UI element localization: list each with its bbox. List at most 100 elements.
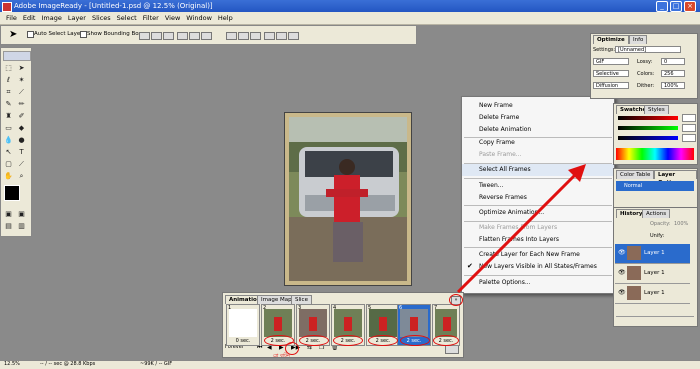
- lasso-tool-icon[interactable]: ℓ: [4, 76, 13, 85]
- annotation-oval: [333, 335, 363, 346]
- window-title: Adobe ImageReady - [Untitled-1.psd @ 12.…: [14, 2, 213, 10]
- menu-select[interactable]: Select: [117, 12, 137, 24]
- tab-image-map[interactable]: Image Map: [257, 295, 296, 304]
- magic-wand-icon[interactable]: ✶: [17, 76, 26, 85]
- distribute-top-icon[interactable]: [226, 32, 237, 40]
- menu-filter[interactable]: Filter: [143, 12, 159, 24]
- menu-item-new-frame[interactable]: New Frame: [462, 100, 614, 112]
- stamp-tool-icon[interactable]: ♜: [4, 112, 13, 121]
- menu-view[interactable]: View: [165, 12, 180, 24]
- distribute-middle-icon[interactable]: [238, 32, 249, 40]
- blue-value-field[interactable]: [682, 134, 696, 142]
- layers-footer-buttons[interactable]: [616, 316, 694, 325]
- menu-file[interactable]: File: [6, 12, 17, 24]
- tab-slice[interactable]: Slice: [291, 295, 312, 304]
- tab-layer-options[interactable]: Layer Options: [654, 170, 697, 186]
- distribute-right-icon[interactable]: [288, 32, 299, 40]
- menu-layer[interactable]: Layer: [68, 12, 86, 24]
- marquee-tool-icon[interactable]: ⬚: [4, 64, 13, 73]
- tab-styles[interactable]: Styles: [644, 105, 669, 114]
- eye-icon[interactable]: 👁: [618, 249, 626, 256]
- file-info[interactable]: ~99K / -- GIF: [140, 361, 172, 367]
- title-bar: Adobe ImageReady - [Untitled-1.psd @ 12.…: [0, 0, 700, 12]
- menu-edit[interactable]: Edit: [23, 12, 36, 24]
- layer-row[interactable]: 👁 Layer 1: [615, 244, 690, 264]
- minimize-button[interactable]: _: [656, 1, 668, 12]
- crop-tool-icon[interactable]: ⌗: [4, 88, 13, 97]
- palette-select[interactable]: Selective: [593, 70, 629, 77]
- layer-row[interactable]: 👁 Layer 1: [615, 264, 690, 284]
- distribute-center-icon[interactable]: [276, 32, 287, 40]
- slice-tool-icon[interactable]: ⟋: [17, 88, 26, 97]
- jump-to-icon[interactable]: ▥: [17, 222, 26, 231]
- colors-input[interactable]: 256: [661, 70, 685, 77]
- blur-tool-icon[interactable]: 💧: [4, 136, 13, 145]
- standard-mode-icon[interactable]: ▣: [4, 210, 13, 219]
- distribute-bottom-icon[interactable]: [250, 32, 261, 40]
- history-brush-icon[interactable]: ✐: [17, 112, 26, 121]
- eye-icon[interactable]: 👁: [618, 269, 626, 276]
- close-button[interactable]: ×: [684, 1, 696, 12]
- maximize-button[interactable]: □: [670, 1, 682, 12]
- menu-image[interactable]: Image: [41, 12, 61, 24]
- dither-input[interactable]: 100%: [661, 82, 685, 89]
- pencil-tool-icon[interactable]: ✏: [17, 100, 26, 109]
- quickmask-mode-icon[interactable]: ▣: [17, 210, 26, 219]
- screen-mode-icon[interactable]: ▤: [4, 222, 13, 231]
- distribute-left-icon[interactable]: [264, 32, 275, 40]
- tab-info[interactable]: Info: [629, 35, 648, 44]
- eye-icon[interactable]: 👁: [618, 289, 626, 296]
- color-ramp[interactable]: [616, 148, 694, 160]
- align-bottom-icon[interactable]: [163, 32, 174, 40]
- selection-tool-icon[interactable]: ↖: [4, 148, 13, 157]
- format-select[interactable]: GIF: [593, 58, 629, 65]
- fill-tool-icon[interactable]: ◆: [17, 124, 26, 133]
- menu-help[interactable]: Help: [218, 12, 233, 24]
- menu-slices[interactable]: Slices: [92, 12, 111, 24]
- hand-tool-icon[interactable]: ✋: [4, 172, 13, 181]
- tab-actions[interactable]: Actions: [642, 209, 671, 218]
- auto-select-checkbox[interactable]: [27, 31, 34, 38]
- align-middle-icon[interactable]: [151, 32, 162, 40]
- tab-optimize[interactable]: Optimize: [593, 35, 629, 44]
- green-value-field[interactable]: [682, 124, 696, 132]
- frame-thumbnail: [400, 309, 428, 337]
- foreground-color-swatch[interactable]: [4, 185, 20, 201]
- download-time[interactable]: -- / -- sec @ 28.8 Kbps: [40, 361, 95, 367]
- menu-window[interactable]: Window: [186, 12, 212, 24]
- frame-delay[interactable]: 0 sec.: [229, 338, 257, 344]
- dodge-tool-icon[interactable]: ●: [17, 136, 26, 145]
- bounding-box-checkbox[interactable]: [80, 31, 87, 38]
- menu-item-delete-animation[interactable]: Delete Animation: [462, 124, 614, 136]
- brush-tool-icon[interactable]: ✎: [4, 100, 13, 109]
- move-tool-icon[interactable]: ➤: [17, 64, 26, 73]
- opacity-value[interactable]: 100%: [674, 221, 688, 227]
- zoom-level[interactable]: 12.5%: [4, 361, 20, 367]
- shape-tool-icon[interactable]: ▢: [4, 160, 13, 169]
- menu-item-delete-frame[interactable]: Delete Frame: [462, 112, 614, 124]
- document-canvas[interactable]: [284, 112, 412, 286]
- align-center-icon[interactable]: [189, 32, 200, 40]
- app-icon: [2, 2, 12, 12]
- type-tool-icon[interactable]: T: [17, 148, 26, 157]
- red-slider[interactable]: [618, 116, 678, 120]
- layer-row[interactable]: 👁 Layer 1: [615, 284, 690, 304]
- align-right-icon[interactable]: [201, 32, 212, 40]
- move-tool-icon[interactable]: ➤: [9, 29, 17, 40]
- settings-select[interactable]: [Unnamed]: [615, 46, 681, 53]
- red-value-field[interactable]: [682, 114, 696, 122]
- lossy-label: Lossy:: [637, 59, 653, 65]
- layer-thumbnail: [627, 266, 641, 280]
- eraser-tool-icon[interactable]: ▭: [4, 124, 13, 133]
- align-left-icon[interactable]: [177, 32, 188, 40]
- blend-normal[interactable]: Normal: [616, 181, 694, 191]
- lossy-input[interactable]: 0: [661, 58, 685, 65]
- eyedropper-icon[interactable]: ⟋: [17, 160, 26, 169]
- dither-method-select[interactable]: Diffusion: [593, 82, 629, 89]
- animation-frame[interactable]: 1 0 sec.: [226, 304, 260, 346]
- align-top-icon[interactable]: [139, 32, 150, 40]
- green-slider[interactable]: [618, 126, 678, 130]
- tab-color-table[interactable]: Color Table: [616, 170, 655, 179]
- blue-slider[interactable]: [618, 136, 678, 140]
- zoom-tool-icon[interactable]: ⌕: [17, 172, 26, 181]
